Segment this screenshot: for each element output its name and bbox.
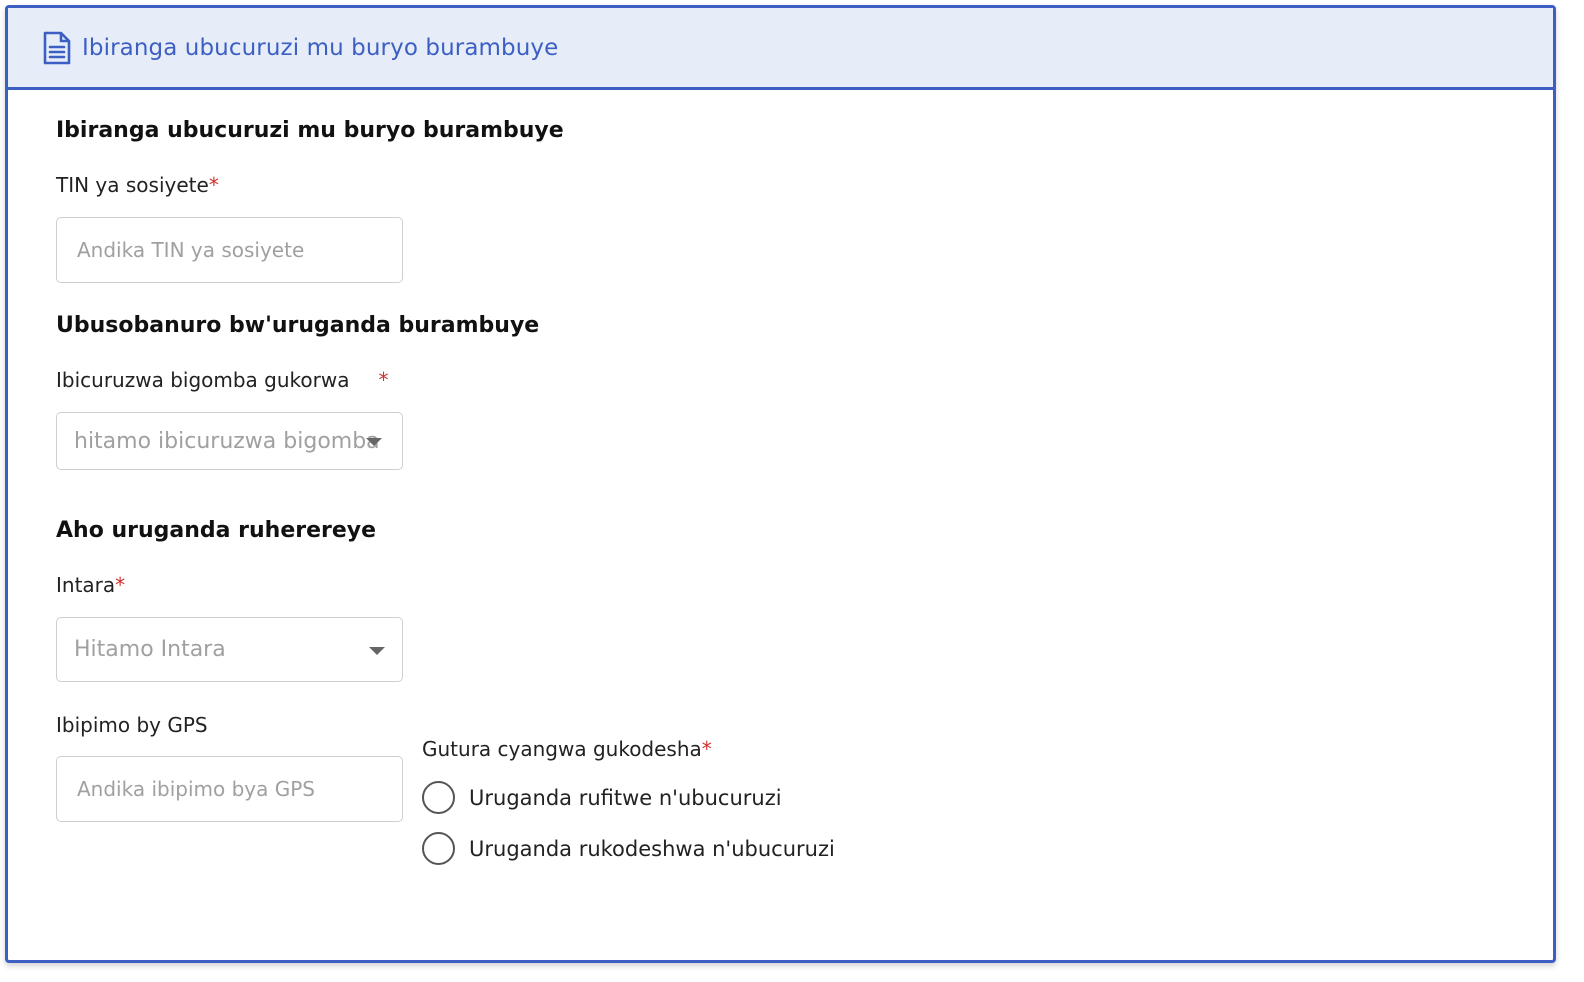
radio-label: Uruganda rukodeshwa n'ubucuruzi [469, 836, 835, 861]
chevron-down-icon [369, 646, 385, 655]
gps-label: Ibipimo by GPS [56, 713, 208, 737]
province-label: Intara* [56, 573, 125, 597]
products-select-placeholder: hitamo ibicuruzwa bigomba [74, 428, 380, 454]
section-title-location: Aho uruganda ruherereye [56, 518, 377, 543]
chevron-down-icon [366, 438, 382, 446]
province-select[interactable]: Hitamo Intara [56, 617, 403, 682]
panel-title: Ibiranga ubucuruzi mu buryo burambuye [82, 34, 559, 61]
products-label: Ibicuruzwa bigomba gukorwa * [56, 368, 388, 392]
ownership-option-rented[interactable]: Uruganda rukodeshwa n'ubucuruzi [422, 832, 835, 865]
section-title-business-details: Ibiranga ubucuruzi mu buryo burambuye [56, 118, 564, 143]
required-mark: * [208, 173, 219, 197]
gps-input[interactable] [56, 756, 403, 822]
required-mark: * [378, 368, 389, 392]
ownership-label: Gutura cyangwa gukodesha* [422, 737, 712, 761]
products-label-text: Ibicuruzwa bigomba gukorwa [56, 368, 350, 392]
tin-input[interactable] [56, 217, 403, 283]
radio-button[interactable] [422, 832, 455, 865]
tin-label: TIN ya sosiyete* [56, 173, 219, 197]
document-icon [42, 31, 72, 65]
ownership-label-text: Gutura cyangwa gukodesha [422, 737, 702, 761]
required-mark: * [701, 737, 712, 761]
section-title-factory-details: Ubusobanuro bw'uruganda burambuye [56, 313, 540, 338]
province-label-text: Intara [56, 573, 116, 597]
tin-label-text: TIN ya sosiyete [56, 173, 209, 197]
province-select-placeholder: Hitamo Intara [74, 637, 226, 662]
radio-button[interactable] [422, 781, 455, 814]
ownership-option-owned[interactable]: Uruganda rufitwe n'ubucuruzi [422, 781, 782, 814]
panel-header: Ibiranga ubucuruzi mu buryo burambuye [8, 8, 1553, 90]
required-mark: * [115, 573, 126, 597]
products-select[interactable]: hitamo ibicuruzwa bigomba [56, 412, 403, 470]
radio-label: Uruganda rufitwe n'ubucuruzi [469, 785, 782, 810]
